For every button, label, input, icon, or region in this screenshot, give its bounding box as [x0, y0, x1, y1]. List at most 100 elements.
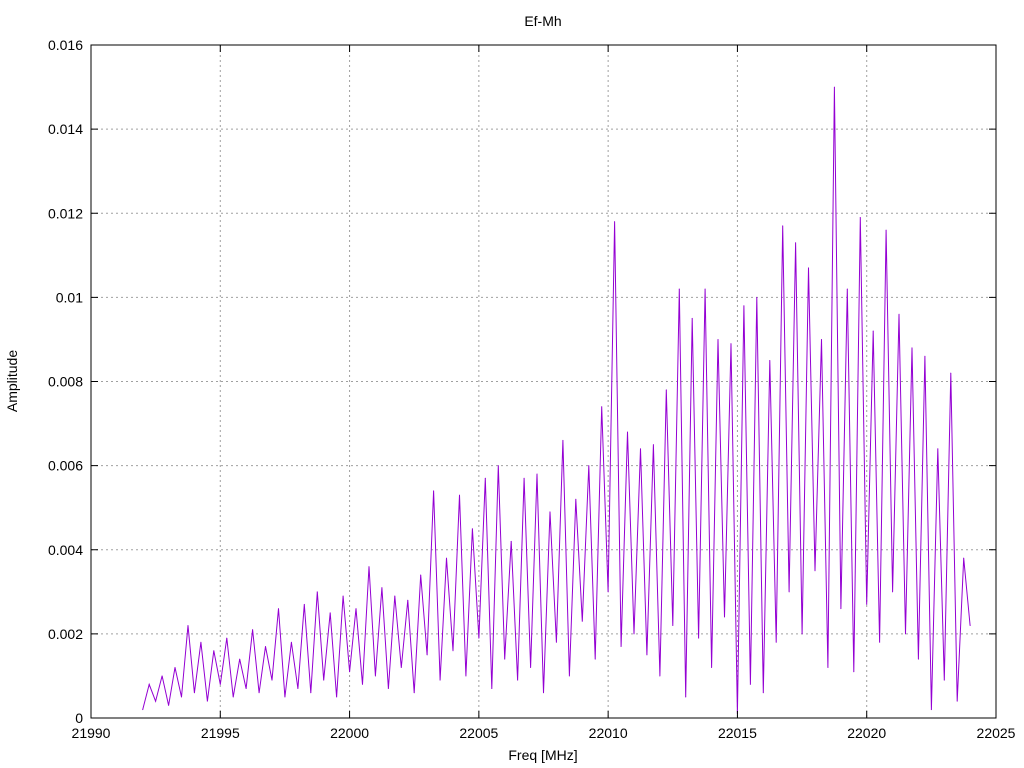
data-point — [846, 288, 848, 290]
data-point — [917, 658, 919, 660]
series-layer — [142, 86, 971, 715]
data-point — [523, 477, 525, 479]
y-axis-label: Amplitude — [4, 350, 20, 412]
data-point — [969, 624, 971, 626]
data-point — [362, 683, 363, 685]
data-point — [685, 696, 687, 698]
data-point — [213, 650, 215, 652]
y-tick-label: 0.016 — [48, 37, 83, 53]
data-point — [549, 511, 551, 513]
data-point — [937, 448, 939, 450]
data-point — [639, 448, 641, 450]
data-point — [607, 591, 609, 593]
data-point — [329, 612, 331, 614]
data-point — [316, 591, 318, 593]
data-point — [517, 679, 519, 681]
data-point — [174, 667, 176, 669]
data-point — [349, 671, 351, 673]
grid — [91, 45, 996, 718]
x-axis-label: Freq [MHz] — [508, 747, 577, 763]
y-tick-label: 0.004 — [48, 542, 83, 558]
data-point — [601, 406, 603, 408]
data-point — [943, 679, 945, 681]
data-point — [504, 658, 506, 660]
data-point — [290, 641, 292, 643]
data-point — [659, 675, 661, 677]
data-point — [168, 704, 170, 706]
data-point — [297, 688, 299, 690]
data-point — [258, 692, 260, 694]
data-point — [265, 645, 267, 647]
data-point — [336, 696, 338, 698]
data-point — [859, 216, 861, 218]
data-point — [762, 692, 764, 694]
data-point — [310, 692, 312, 694]
y-tick-label: 0 — [75, 710, 83, 726]
data-point — [820, 338, 822, 340]
data-point — [853, 671, 855, 673]
x-tick-label: 22015 — [718, 725, 757, 741]
x-tick-label: 22025 — [977, 725, 1016, 741]
data-point — [568, 675, 570, 677]
data-point — [672, 624, 674, 626]
data-point — [426, 654, 428, 656]
y-tick-label: 0.002 — [48, 626, 83, 642]
data-point — [620, 645, 622, 647]
data-point — [181, 696, 182, 698]
data-point — [536, 473, 538, 475]
data-point — [892, 591, 894, 593]
data-point — [219, 683, 221, 685]
data-point — [795, 242, 797, 244]
data-point — [510, 540, 512, 542]
data-point — [879, 641, 881, 643]
data-point — [439, 679, 441, 681]
data-point — [200, 641, 202, 643]
data-point — [374, 675, 376, 677]
chart: 21990 21995 22000 22005 22010 22015 22020 22025… — [4, 13, 1016, 763]
data-point — [814, 570, 816, 572]
data-point — [284, 696, 286, 698]
series-line — [142, 87, 971, 714]
data-point — [801, 633, 803, 635]
data-point — [271, 679, 273, 681]
y-tick-label: 0.01 — [56, 289, 83, 305]
data-point — [323, 679, 325, 681]
data-point — [400, 667, 402, 669]
data-point — [930, 709, 932, 711]
data-point — [413, 692, 415, 694]
x-tick-label: 22000 — [330, 725, 369, 741]
data-point — [885, 229, 887, 231]
data-point — [394, 595, 396, 597]
data-point — [530, 667, 532, 669]
data-point — [924, 355, 926, 357]
data-point — [840, 608, 842, 610]
data-point — [277, 608, 279, 610]
data-point — [833, 86, 835, 88]
data-point — [665, 389, 667, 391]
data-point — [575, 498, 577, 500]
data-point — [555, 641, 557, 643]
data-point — [775, 641, 777, 643]
data-point — [911, 347, 913, 349]
data-point — [614, 221, 616, 223]
data-point — [245, 688, 247, 690]
data-point — [704, 288, 706, 290]
data-point — [187, 624, 189, 626]
data-point — [142, 709, 144, 711]
data-point — [678, 288, 680, 290]
data-point — [588, 465, 590, 467]
data-point — [898, 313, 900, 315]
data-point — [956, 700, 958, 702]
data-point — [148, 683, 150, 685]
data-point — [724, 616, 725, 618]
data-point — [446, 557, 448, 559]
y-tick-label: 0.012 — [48, 205, 83, 221]
data-point — [743, 305, 745, 307]
data-point — [387, 688, 389, 690]
data-point — [562, 439, 564, 441]
data-point — [627, 431, 629, 433]
data-point — [407, 599, 409, 601]
data-point — [633, 633, 635, 635]
data-point — [381, 587, 383, 589]
data-point — [698, 637, 700, 639]
